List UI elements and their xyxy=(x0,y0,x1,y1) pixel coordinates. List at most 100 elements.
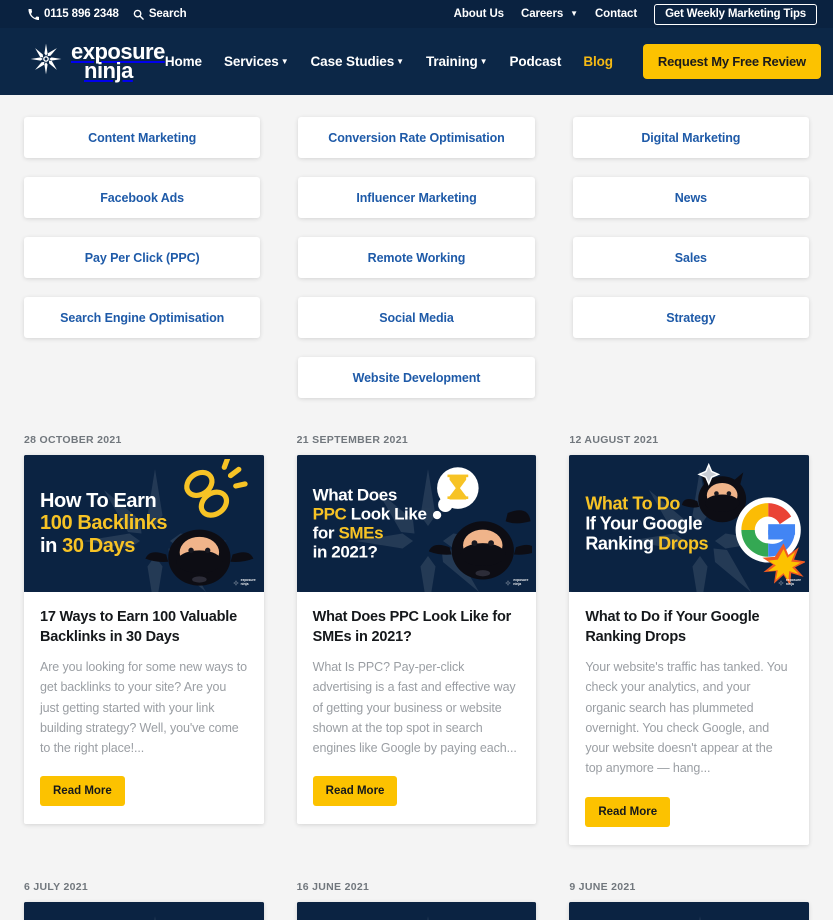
watermark-ninja-star-icon xyxy=(699,915,702,920)
primary-nav-links: Home Services ▼ Case Studies ▼ Training … xyxy=(165,44,829,79)
category-button-search-engine-optimisation[interactable]: Search Engine Optimisation xyxy=(24,297,261,338)
read-more-button[interactable]: Read More xyxy=(312,776,398,807)
topbar-link-label: Contact xyxy=(594,8,638,20)
post-thumbnail[interactable]: How To Optimi xyxy=(569,901,809,920)
post-card[interactable] xyxy=(296,901,537,920)
logo-line-2: ninja xyxy=(84,57,133,83)
thumbnail-line-3-prefix: for xyxy=(312,523,339,543)
post-thumbnail[interactable]: What To Do If Your Google Ranking Drops xyxy=(569,455,809,592)
ninja-star-icon xyxy=(505,579,512,586)
post-excerpt: What Is PPC? Pay-per-click advertising i… xyxy=(312,660,517,756)
post-card[interactable]: How To Earn 100 Backlinks in 30 Days exp… xyxy=(24,455,264,825)
category-button-digital-marketing[interactable]: Digital Marketing xyxy=(572,117,809,158)
post-column: 6 JULY 2021 Digital xyxy=(24,881,264,920)
post-date: 28 OCTOBER 2021 xyxy=(24,434,122,446)
request-free-review-button[interactable]: Request My Free Review xyxy=(642,44,821,79)
topbar-link-label: About Us xyxy=(453,8,504,20)
post-thumbnail[interactable]: How To Earn 100 Backlinks in 30 Days exp… xyxy=(24,455,264,592)
category-button-facebook-ads[interactable]: Facebook Ads xyxy=(24,177,261,218)
search-link[interactable]: Search xyxy=(133,8,187,20)
thumbnail-headline: What To Do If Your Google Ranking Drops xyxy=(585,493,708,554)
post-card[interactable]: What To Do If Your Google Ranking Drops xyxy=(569,455,809,845)
thumbnail-line-3-prefix: in xyxy=(40,534,63,557)
thumbnail-line-3-prefix: Ranking xyxy=(585,533,659,554)
topbar-link-careers[interactable]: Careers ▼ xyxy=(521,8,578,20)
thumbnail-brand-logo: exposure ninja xyxy=(505,579,528,586)
post-title[interactable]: What to Do if Your Google Ranking Drops xyxy=(585,608,793,647)
category-button-influencer-marketing[interactable]: Influencer Marketing xyxy=(298,177,535,218)
thumbnail-line-3-suffix: 30 Days xyxy=(62,534,135,557)
nav-item-blog[interactable]: Blog xyxy=(583,54,613,69)
chevron-down-icon: ▼ xyxy=(570,9,578,18)
phone-number: 0115 896 2348 xyxy=(44,8,119,20)
top-utility-bar: 0115 896 2348 Search About Us Careers ▼ … xyxy=(0,0,833,28)
thumbnail-line-2-prefix: PPC xyxy=(312,504,347,524)
nav-item-podcast[interactable]: Podcast xyxy=(509,54,561,69)
post-date: 9 JUNE 2021 xyxy=(569,880,636,893)
category-button-pay-per-click[interactable]: Pay Per Click (PPC) xyxy=(24,237,261,278)
ninja-star-icon xyxy=(778,579,784,586)
nav-item-training[interactable]: Training ▼ xyxy=(426,54,488,69)
nav-label: Training xyxy=(425,54,478,69)
post-body: 17 Ways to Earn 100 Valuable Backlinks i… xyxy=(24,592,264,824)
topbar-link-label: Careers xyxy=(520,8,564,20)
nav-item-case-studies[interactable]: Case Studies ▼ xyxy=(311,54,405,69)
thumbnail-line-3-suffix: Drops xyxy=(658,533,709,554)
nav-label: Home xyxy=(164,54,202,69)
category-button-website-development[interactable]: Website Development xyxy=(298,357,535,398)
post-card[interactable]: What Does PPC Look Like for SMEs in 2021… xyxy=(296,455,537,825)
post-date: 16 JUNE 2021 xyxy=(296,880,370,893)
post-date: 12 AUGUST 2021 xyxy=(569,434,659,446)
category-button-sales[interactable]: Sales xyxy=(572,237,809,278)
thumbnail-line-2: 100 Backlinks xyxy=(40,512,168,535)
topbar-link-about-us[interactable]: About Us xyxy=(454,8,504,20)
thumbnail-line-4: in 2021? xyxy=(312,542,378,562)
category-button-social-media[interactable]: Social Media xyxy=(298,297,535,338)
thumbnail-line-2-suffix: Look Like xyxy=(346,504,427,524)
thumbnail-line-2: If Your Google xyxy=(585,513,703,534)
post-thumbnail[interactable]: What Does PPC Look Like for SMEs in 2021… xyxy=(296,455,537,592)
category-button-content-marketing[interactable]: Content Marketing xyxy=(24,117,261,158)
post-card[interactable]: How To Optimi xyxy=(569,901,809,920)
logo-wordmark: exposure ninja xyxy=(71,40,165,83)
category-filter-grid: Content Marketing Conversion Rate Optimi… xyxy=(24,95,809,398)
thumbnail-logo-text: exposure ninja xyxy=(513,578,529,586)
category-button-strategy[interactable]: Strategy xyxy=(572,297,809,338)
thumbnail-logo-text: exposure ninja xyxy=(785,578,801,586)
thumbnail-brand-logo: exposure ninja xyxy=(232,578,256,586)
ninja-star-icon xyxy=(232,579,239,586)
read-more-button[interactable]: Read More xyxy=(40,776,125,807)
nav-item-home[interactable]: Home xyxy=(165,54,202,69)
chevron-down-icon: ▼ xyxy=(280,56,289,66)
post-column: 28 OCTOBER 2021 How To Earn 100 Backlink… xyxy=(24,434,264,881)
category-button-news[interactable]: News xyxy=(572,177,809,218)
category-button-remote-working[interactable]: Remote Working xyxy=(298,237,535,278)
post-thumbnail[interactable] xyxy=(296,901,537,920)
topbar-link-contact[interactable]: Contact xyxy=(595,8,637,20)
post-title[interactable]: What Does PPC Look Like for SMEs in 2021… xyxy=(313,608,521,647)
topbar-right-group: About Us Careers ▼ Contact Get Weekly Ma… xyxy=(454,3,817,25)
phone-link[interactable]: 0115 896 2348 xyxy=(28,8,119,20)
post-title[interactable]: 17 Ways to Earn 100 Valuable Backlinks i… xyxy=(40,608,248,647)
post-body: What to Do if Your Google Ranking Drops … xyxy=(569,592,809,845)
post-column: 9 JUNE 2021 How To Optimi xyxy=(569,881,809,920)
post-body: What Does PPC Look Like for SMEs in 2021… xyxy=(297,592,537,824)
post-column: 12 AUGUST 2021 What To Do If Your Google xyxy=(569,434,809,881)
post-card[interactable]: Digital xyxy=(24,901,264,920)
get-weekly-marketing-tips-button[interactable]: Get Weekly Marketing Tips xyxy=(654,3,817,25)
post-thumbnail[interactable]: Digital xyxy=(24,901,264,920)
search-label: Search xyxy=(148,8,187,20)
nav-item-services[interactable]: Services ▼ xyxy=(224,54,289,69)
nav-label: Blog xyxy=(583,54,613,69)
read-more-button[interactable]: Read More xyxy=(585,796,671,827)
chevron-down-icon: ▼ xyxy=(479,56,488,66)
thumbnail-line-3: for SMEs xyxy=(313,524,427,543)
thumbnail-logo-text: exposure ninja xyxy=(240,578,256,586)
site-logo[interactable]: exposure ninja xyxy=(30,40,165,83)
post-column: 16 JUNE 2021 xyxy=(296,880,537,920)
thumbnail-brand-logo: exposure ninja xyxy=(778,579,801,586)
category-button-conversion-rate-optimisation[interactable]: Conversion Rate Optimisation xyxy=(298,117,535,158)
thumbnail-line-2: PPC Look Like xyxy=(313,504,427,523)
post-date: 21 SEPTEMBER 2021 xyxy=(296,434,408,446)
thumbnail-line-3-suffix: SMEs xyxy=(338,523,384,543)
